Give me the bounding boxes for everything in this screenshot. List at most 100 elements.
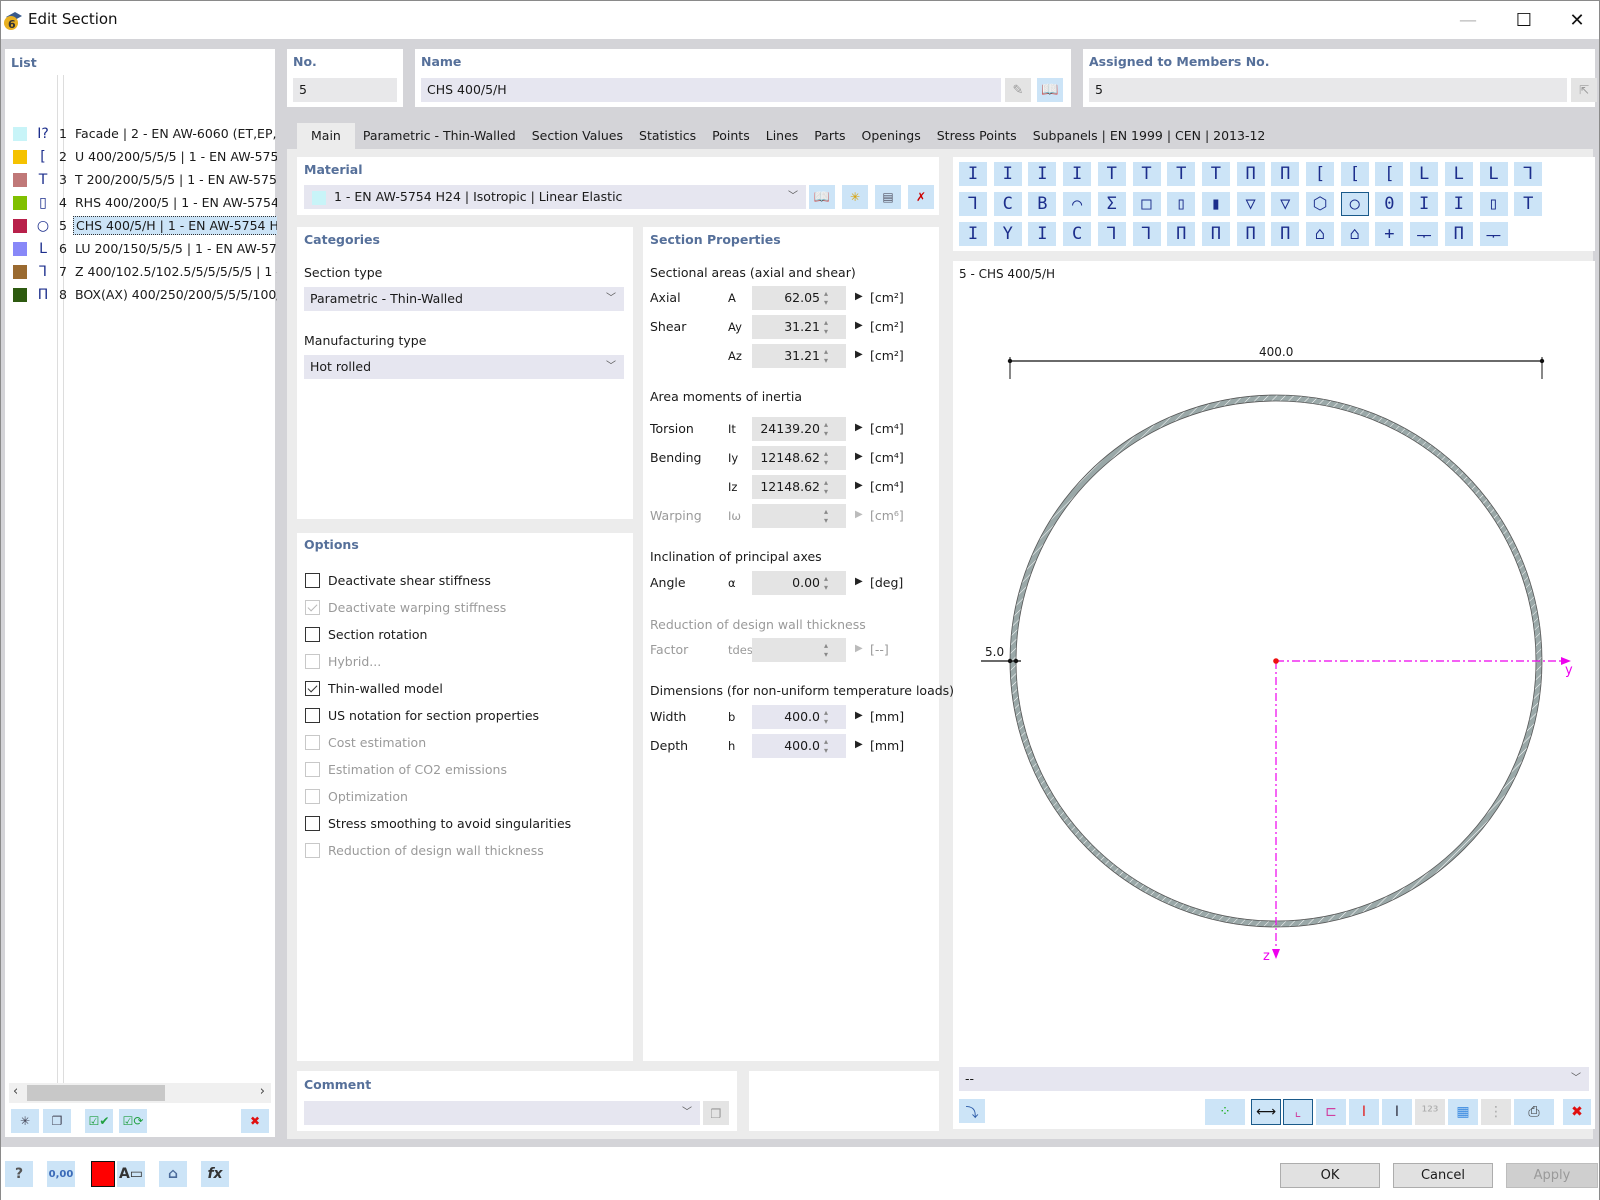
view-settings-button[interactable]: ⌂	[159, 1161, 187, 1187]
checkbox[interactable]	[305, 572, 320, 588]
option-optimization[interactable]: Optimization	[305, 785, 408, 807]
expand-arrow-icon[interactable]: ▶	[855, 349, 863, 360]
print-button[interactable]: ⎙	[1514, 1099, 1554, 1125]
tab-statistics[interactable]: Statistics	[631, 123, 705, 149]
shape-button[interactable]: I	[1444, 192, 1473, 216]
expand-arrow-icon[interactable]: ▶	[855, 509, 863, 520]
library-button[interactable]: 📖	[1037, 78, 1063, 102]
shear-center-button[interactable]: ⊏	[1316, 1099, 1346, 1125]
spin-arrows-icon[interactable]: ▴ ▾	[824, 641, 828, 659]
shape-button[interactable]: I	[1028, 162, 1057, 186]
list-item[interactable]: L 6 LU 200/150/5/5/5 | 1 - EN AW-5754	[11, 237, 277, 260]
spin-arrows-icon[interactable]: ▴ ▾	[824, 449, 828, 467]
shape-button[interactable]: Π	[1201, 222, 1230, 246]
tab-main[interactable]: Main	[297, 123, 355, 149]
option-stress-smoothing-to-avoid-singularities[interactable]: Stress smoothing to avoid singularities	[305, 812, 571, 834]
comment-copy-button[interactable]: ❐	[703, 1101, 729, 1125]
shape-button[interactable]: I	[993, 162, 1022, 186]
manufacturing-type-select[interactable]: Hot rolled ﹀	[304, 355, 624, 379]
points-display-button[interactable]: ⁘	[1205, 1099, 1245, 1125]
shape-button[interactable]: Π	[1236, 222, 1265, 246]
expand-arrow-icon[interactable]: ▶	[855, 576, 863, 587]
shape-button[interactable]: ▯	[1167, 192, 1196, 216]
shape-button[interactable]: Y	[993, 222, 1022, 246]
legend-button[interactable]: ⋮	[1481, 1099, 1511, 1125]
shape-button[interactable]: ▽	[1271, 192, 1300, 216]
close-button[interactable]: ✕	[1555, 1, 1599, 39]
expand-arrow-icon[interactable]: ▶	[855, 451, 863, 462]
checkbox[interactable]	[305, 788, 320, 804]
spin-arrows-icon[interactable]: ▴ ▾	[824, 318, 828, 336]
tab-subpanels-en-1999-cen-2013-12[interactable]: Subpanels | EN 1999 | CEN | 2013-12	[1024, 123, 1274, 149]
dimensions-button[interactable]: ⟷	[1251, 1099, 1281, 1125]
stress-points-button[interactable]: I	[1349, 1099, 1379, 1125]
shape-button[interactable]: Ꞁ	[1097, 222, 1126, 246]
checkbox[interactable]	[305, 815, 320, 831]
checkbox[interactable]	[305, 626, 320, 642]
shape-button[interactable]: Π	[1444, 222, 1473, 246]
shape-button[interactable]: C	[1063, 222, 1092, 246]
shape-button[interactable]: ᅮ	[1410, 222, 1439, 247]
display-properties-button[interactable]: A▭	[117, 1161, 145, 1187]
shape-button[interactable]: I	[1063, 162, 1092, 186]
shape-button[interactable]: C	[993, 192, 1022, 216]
checkbox[interactable]	[305, 842, 320, 858]
section-outline-button[interactable]: I	[1382, 1099, 1412, 1125]
property-value-field[interactable]: 31.21	[752, 344, 846, 368]
grid-button[interactable]: ▦	[1448, 1099, 1478, 1125]
list-item[interactable]: ○ 5 CHS 400/5/H | 1 - EN AW-5754 H24	[11, 214, 277, 237]
shape-button[interactable]: ○	[1340, 192, 1369, 216]
tab-parts[interactable]: Parts	[806, 123, 854, 149]
toggle-check-button[interactable]: ☑⟳	[119, 1109, 147, 1133]
shape-button[interactable]: ⌒	[1063, 192, 1092, 216]
shape-button[interactable]: [	[1340, 162, 1369, 186]
material-library-button[interactable]: 📖	[809, 185, 835, 209]
option-estimation-of-co2-emissions[interactable]: Estimation of CO2 emissions	[305, 758, 507, 780]
option-deactivate-warping-stiffness[interactable]: Deactivate warping stiffness	[305, 596, 506, 618]
checkbox[interactable]	[305, 599, 320, 615]
list-item[interactable]: ▯ 4 RHS 400/200/5 | 1 - EN AW-5754 H2	[11, 191, 277, 214]
shape-button[interactable]: ⌂	[1306, 222, 1334, 246]
option-hybrid[interactable]: Hybrid...	[305, 650, 381, 672]
spin-arrows-icon[interactable]: ▴ ▾	[824, 574, 828, 592]
list-item[interactable]: [2 U 400/200/5/5/5 | 1 - EN AW-5754 H	[11, 145, 277, 168]
spin-arrows-icon[interactable]: ▴ ▾	[824, 507, 828, 525]
option-section-rotation[interactable]: Section rotation	[305, 623, 427, 645]
assigned-members-field[interactable]: 5	[1089, 78, 1567, 102]
maximize-button[interactable]: ☐	[1495, 1, 1553, 39]
tab-points[interactable]: Points	[704, 123, 758, 149]
shape-button[interactable]: T	[1514, 192, 1543, 216]
property-value-field[interactable]: 12148.62	[752, 475, 846, 499]
spin-arrows-icon[interactable]: ▴ ▾	[824, 347, 828, 365]
formula-button[interactable]: fx	[201, 1161, 229, 1187]
spin-arrows-icon[interactable]: ▴ ▾	[824, 708, 828, 726]
option-reduction-of-design-wall-thickness[interactable]: Reduction of design wall thickness	[305, 839, 544, 861]
material-select[interactable]: 1 - EN AW-5754 H24 | Isotropic | Linear …	[304, 185, 806, 209]
units-button[interactable]: 0,00	[47, 1161, 75, 1187]
edit-name-button[interactable]: ✎	[1005, 78, 1031, 102]
list-item[interactable]: I? 1 Facade | 2 - EN AW-6060 (ET,EP,ER/	[11, 122, 277, 145]
shape-button[interactable]: Π	[1271, 162, 1300, 186]
shape-button[interactable]: [	[1306, 162, 1334, 186]
expand-arrow-icon[interactable]: ▶	[855, 480, 863, 491]
option-us-notation-for-section-properties[interactable]: US notation for section properties	[305, 704, 539, 726]
checkbox[interactable]	[305, 707, 320, 723]
shape-button[interactable]: I	[959, 162, 987, 186]
shape-button[interactable]: □	[1132, 192, 1161, 216]
spin-arrows-icon[interactable]: ▴ ▾	[824, 478, 828, 496]
expand-arrow-icon[interactable]: ▶	[855, 643, 863, 654]
shape-button[interactable]: +	[1375, 222, 1404, 246]
shape-button[interactable]: Ꞁ	[959, 192, 987, 216]
shape-button[interactable]: T	[1097, 162, 1126, 186]
preview-result-select[interactable]: -- ﹀	[959, 1067, 1589, 1091]
spin-arrows-icon[interactable]: ▴ ▾	[824, 289, 828, 307]
property-value-field[interactable]: 31.21	[752, 315, 846, 339]
shape-button[interactable]: 0	[1375, 192, 1404, 216]
shape-button[interactable]: ⌂	[1340, 222, 1369, 246]
option-cost-estimation[interactable]: Cost estimation	[305, 731, 426, 753]
shape-button[interactable]: Π	[1271, 222, 1300, 246]
tab-openings[interactable]: Openings	[853, 123, 929, 149]
property-value-field[interactable]: 400.0	[752, 705, 846, 729]
shape-button[interactable]: T	[1201, 162, 1230, 186]
shape-button[interactable]: Π	[1167, 222, 1196, 246]
